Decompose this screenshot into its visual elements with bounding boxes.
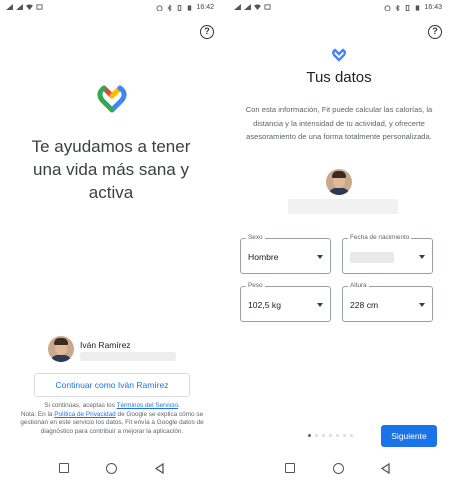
home-circle-icon[interactable] <box>106 463 117 474</box>
dropdown-caret-icon <box>317 255 323 259</box>
wifi-icon <box>26 4 33 10</box>
sex-select[interactable]: Sexo Hombre <box>240 234 331 274</box>
sex-value: Hombre <box>248 252 279 262</box>
back-triangle-icon[interactable] <box>154 463 165 474</box>
privacy-link[interactable]: Política de Privacidad <box>54 411 115 418</box>
vibrate-icon <box>406 4 410 11</box>
status-icons-right: 16:43 <box>384 4 442 11</box>
page-dot <box>336 434 339 437</box>
status-time: 16:42 <box>196 4 214 11</box>
account-email-redacted <box>80 352 176 361</box>
system-nav-bar <box>228 458 450 480</box>
recents-square-icon[interactable] <box>59 463 69 473</box>
page-dot <box>350 434 353 437</box>
battery-icon <box>416 4 420 11</box>
height-value: 228 cm <box>350 300 379 310</box>
alarm-icon <box>384 4 391 11</box>
status-icons-right: 16:42 <box>156 4 214 11</box>
home-circle-icon[interactable] <box>333 463 344 474</box>
vibrate-icon <box>178 4 182 11</box>
weight-value: 102,5 kg <box>248 300 281 310</box>
legal-part1: Si continúas, aceptas los <box>44 402 117 409</box>
system-nav-bar <box>0 458 222 480</box>
birthdate-value-redacted <box>350 252 394 263</box>
avatar <box>48 336 74 362</box>
screenshot-root: 16:42 ? Te ayudamos a tener una vida más… <box>0 0 450 482</box>
legal-text: Si continúas, aceptas los Términos del S… <box>14 402 210 436</box>
status-bar: 16:43 <box>228 0 450 16</box>
page-dot <box>322 434 325 437</box>
page-dot <box>343 434 346 437</box>
next-button[interactable]: Siguiente <box>381 425 437 447</box>
signal-icon <box>244 4 251 10</box>
notification-icon <box>264 4 271 10</box>
status-icons-left <box>234 4 271 10</box>
avatar <box>326 169 352 195</box>
status-icons-left <box>6 4 43 10</box>
recents-square-icon[interactable] <box>285 463 295 473</box>
sex-label: Sexo <box>246 234 265 241</box>
help-icon[interactable]: ? <box>200 25 214 39</box>
account-name: Iván Ramírez <box>80 340 131 350</box>
page-dot <box>308 434 311 437</box>
welcome-headline: Te ayudamos a tener una vida más sana y … <box>31 137 191 202</box>
birthdate-select[interactable]: Fecha de nacimiento <box>342 234 433 274</box>
bluetooth-icon <box>168 4 173 11</box>
height-select[interactable]: Altura 228 cm <box>342 282 433 322</box>
page-description: Con esta información, Fit puede calcular… <box>245 105 433 141</box>
page-indicator <box>308 434 353 437</box>
page-dot <box>315 434 318 437</box>
signal-icon <box>6 4 13 10</box>
weight-label: Peso <box>246 282 265 289</box>
page-dot <box>329 434 332 437</box>
signal-icon <box>234 4 241 10</box>
dropdown-caret-icon <box>317 303 323 307</box>
signal-icon <box>16 4 23 10</box>
bluetooth-icon <box>396 4 401 11</box>
google-fit-heart-icon <box>97 85 127 113</box>
battery-icon <box>188 4 192 11</box>
status-bar: 16:42 <box>0 0 222 16</box>
page-title: Tus datos <box>306 69 372 86</box>
continue-as-button[interactable]: Continuar como Iván Ramírez <box>34 373 190 397</box>
welcome-screen: 16:42 ? Te ayudamos a tener una vida más… <box>0 0 222 482</box>
back-triangle-icon[interactable] <box>380 463 391 474</box>
status-time: 16:43 <box>424 4 442 11</box>
height-label: Altura <box>348 282 369 289</box>
legal-part3: Nota: En la <box>20 410 55 418</box>
legal-part2: . <box>178 402 180 409</box>
dropdown-caret-icon <box>419 303 425 307</box>
dropdown-caret-icon <box>419 255 425 259</box>
help-icon[interactable]: ? <box>428 25 442 39</box>
account-chip: Iván Ramírez <box>48 336 188 366</box>
google-fit-heart-icon <box>332 48 346 62</box>
alarm-icon <box>156 4 163 11</box>
your-data-screen: 16:43 ? Tus datos Con esta información, … <box>228 0 450 482</box>
notification-icon <box>36 4 43 10</box>
birthdate-label: Fecha de nacimiento <box>348 234 412 241</box>
weight-select[interactable]: Peso 102,5 kg <box>240 282 331 322</box>
account-email-redacted <box>288 199 398 214</box>
terms-link[interactable]: Términos del Servicio <box>117 402 178 409</box>
wifi-icon <box>254 4 261 10</box>
